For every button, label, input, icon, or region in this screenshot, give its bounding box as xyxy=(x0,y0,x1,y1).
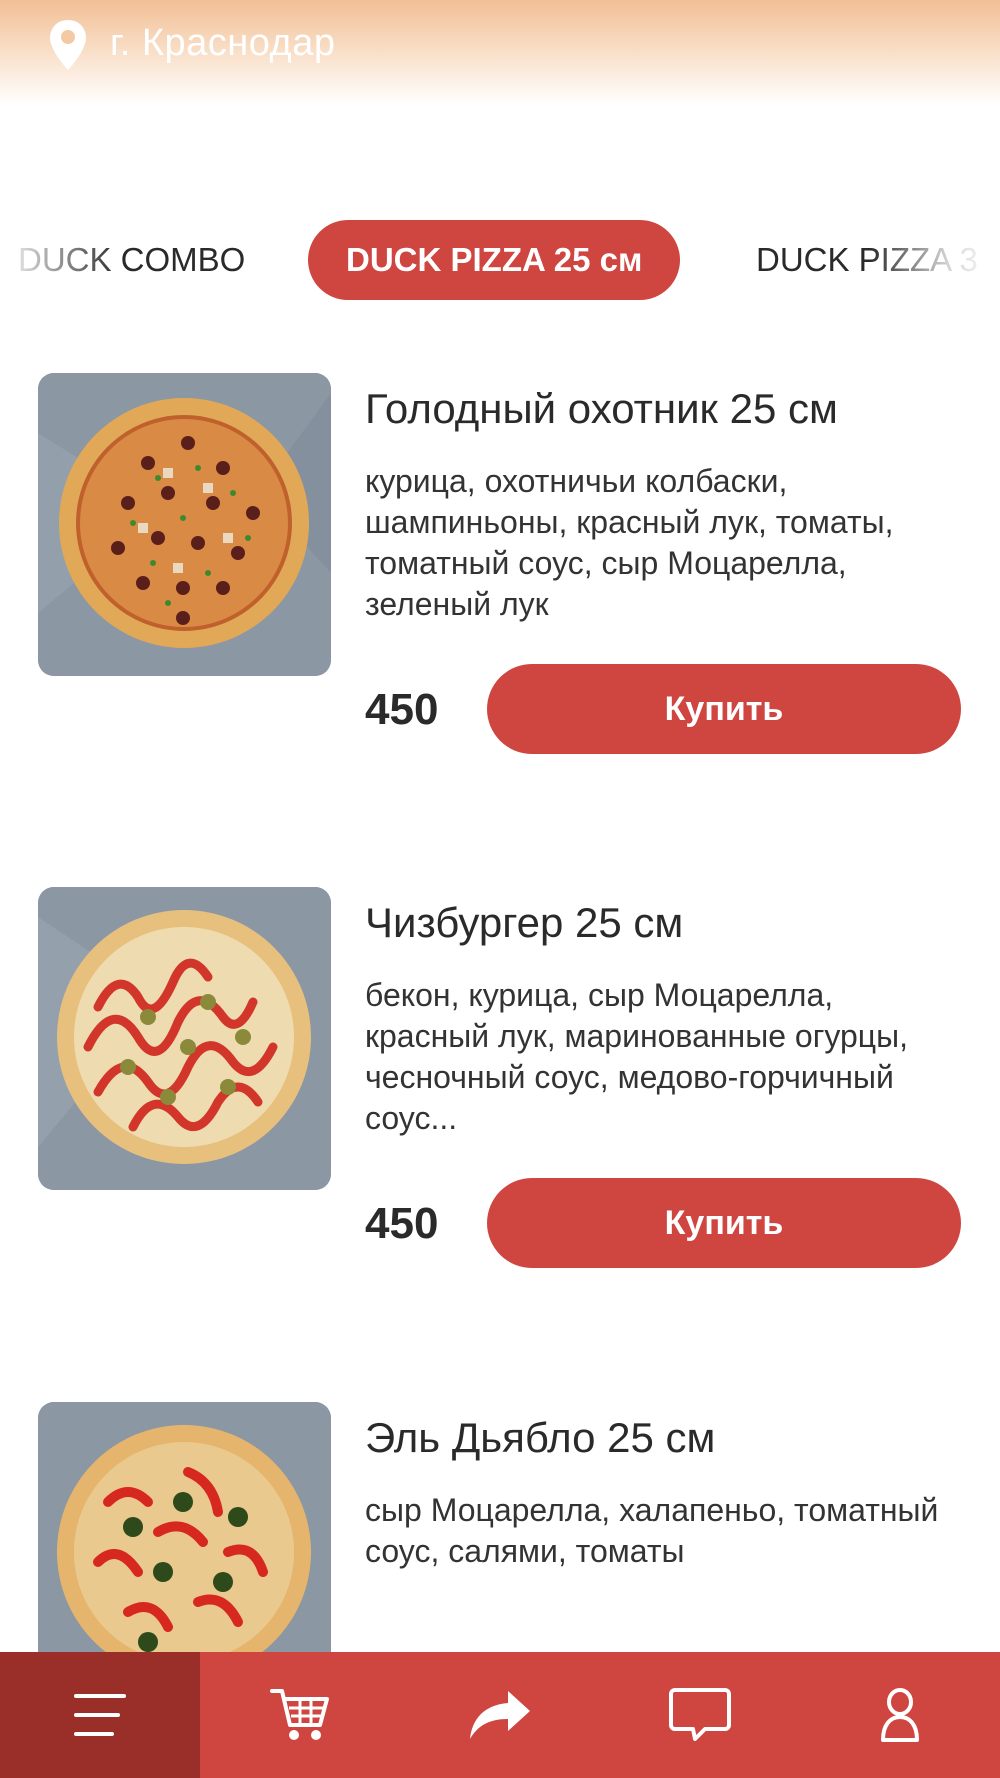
product-description: бекон, курица, сыр Моцарелла, красный лу… xyxy=(365,977,909,1136)
cart-icon xyxy=(270,1689,329,1740)
product-photo[interactable] xyxy=(38,887,331,1190)
share-icon xyxy=(470,1691,530,1739)
tab-duck-pizza-25[interactable]: DUCK PIZZA 25 см xyxy=(308,220,681,300)
tabs-fade-left xyxy=(0,220,120,302)
product-description: сыр Моцарелла, халапеньо, томатный соус,… xyxy=(365,1492,939,1569)
product-name[interactable]: Чизбургер 25 см xyxy=(365,899,683,947)
nav-profile[interactable] xyxy=(800,1652,1000,1778)
profile-icon xyxy=(881,1688,919,1742)
city-selector[interactable]: г. Краснодар xyxy=(110,22,335,65)
product-description: курица, охотничьи колбаски, шампиньоны, … xyxy=(365,463,894,622)
product-name[interactable]: Эль Дьябло 25 см xyxy=(365,1414,715,1462)
product-card[interactable]: Чизбургер 25 см бекон, курица, сыр Моцар… xyxy=(0,887,1000,1307)
menu-icon xyxy=(74,1694,126,1736)
product-photo[interactable] xyxy=(38,373,331,676)
category-tabs: DUCK COMBO DUCK PIZZA 25 см DUCK PIZZA 3 xyxy=(0,220,1000,302)
product-name[interactable]: Голодный охотник 25 см xyxy=(365,385,838,433)
nav-chat[interactable] xyxy=(600,1652,800,1778)
buy-button[interactable]: Купить xyxy=(487,1178,961,1268)
product-card[interactable]: Голодный охотник 25 см курица, охотничьи… xyxy=(0,373,1000,793)
nav-share[interactable] xyxy=(400,1652,600,1778)
header: г. Краснодар xyxy=(0,0,1000,105)
bottom-nav xyxy=(0,1652,1000,1778)
chat-icon xyxy=(669,1688,731,1741)
product-price: 450 xyxy=(365,1199,439,1248)
product-price: 450 xyxy=(365,685,439,734)
nav-cart[interactable] xyxy=(200,1652,400,1778)
buy-button[interactable]: Купить xyxy=(487,664,961,754)
tabs-fade-right xyxy=(870,220,1000,302)
location-pin-icon[interactable] xyxy=(48,18,88,72)
nav-menu[interactable] xyxy=(0,1652,200,1778)
